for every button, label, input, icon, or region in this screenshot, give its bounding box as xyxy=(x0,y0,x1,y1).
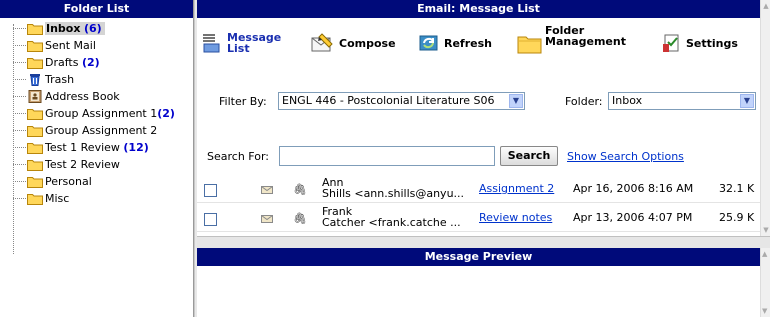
folder-label: Sent Mail xyxy=(45,39,96,52)
chevron-down-icon: ▼ xyxy=(509,94,523,108)
message-row[interactable]: 🖇 Ann Shills <ann.shills@anyu... Assignm… xyxy=(197,175,760,203)
folder-item-inbox[interactable]: Inbox (6) xyxy=(0,20,193,37)
filter-by-label: Filter By: xyxy=(219,95,267,108)
message-list-button[interactable]: Message List xyxy=(201,30,281,56)
attachment-icon: 🖇 xyxy=(293,212,307,225)
folder-icon xyxy=(27,41,43,52)
message-list-icon xyxy=(203,34,220,53)
chevron-down-icon: ▼ xyxy=(740,94,754,108)
folder-label: Group Assignment 1 xyxy=(45,107,158,120)
scroll-down-icon[interactable]: ▼ xyxy=(762,307,767,315)
folder-management-icon xyxy=(517,36,542,54)
folder-management-button[interactable]: Folder Management xyxy=(517,25,626,58)
address-book-icon xyxy=(28,90,42,103)
message-preview-panel: Message Preview ▲ ▼ xyxy=(197,248,770,317)
compose-label: Compose xyxy=(339,36,396,50)
message-list-panel: Email: Message List Message List Compose … xyxy=(197,0,770,236)
folder-label: Test 2 Review xyxy=(45,158,120,171)
folder-label: Address Book xyxy=(45,90,120,103)
compose-icon xyxy=(311,33,333,52)
search-button[interactable]: Search xyxy=(500,146,558,166)
filter-row: Filter By: ENGL 446 - Postcolonial Liter… xyxy=(197,92,760,114)
folder-list-header: Folder List xyxy=(0,0,193,18)
message-checkbox[interactable] xyxy=(204,213,217,226)
message-preview-header: Message Preview xyxy=(197,248,760,266)
message-from-address: Shills <ann.shills@anyu... xyxy=(322,187,465,200)
filter-select[interactable]: ENGL 446 - Postcolonial Literature S06 ▼ xyxy=(278,92,525,110)
folder-label: Drafts xyxy=(45,56,79,69)
toolbar: Message List Compose Refresh Folder Manage… xyxy=(197,18,770,68)
folder-item-group-assignment-2[interactable]: Group Assignment 2 xyxy=(0,122,193,139)
folder-icon xyxy=(27,109,43,120)
folder-select[interactable]: Inbox ▼ xyxy=(608,92,756,110)
message-from-address: Catcher <frank.catche ... xyxy=(322,216,461,229)
message-date: Apr 13, 2006 4:07 PM xyxy=(573,211,693,224)
message-size: 32.1 K xyxy=(719,182,755,195)
folder-label: Test 1 Review xyxy=(45,141,120,154)
folder-item-group-assignment-1[interactable]: Group Assignment 1(2) xyxy=(0,105,193,122)
message-subject-link[interactable]: Assignment 2 xyxy=(479,182,554,195)
folder-item-test-2-review[interactable]: Test 2 Review xyxy=(0,156,193,173)
folder-label: Inbox xyxy=(46,22,81,35)
compose-button[interactable]: Compose xyxy=(310,30,396,56)
envelope-icon xyxy=(261,186,273,194)
folder-count: (2) xyxy=(157,107,175,120)
refresh-button[interactable]: Refresh xyxy=(417,30,492,56)
folder-icon xyxy=(27,160,43,171)
folder-select-label: Folder: xyxy=(565,95,603,108)
folder-label: Group Assignment 2 xyxy=(45,124,158,137)
message-date: Apr 16, 2006 8:16 AM xyxy=(573,182,694,195)
right-pane: Email: Message List Message List Compose … xyxy=(197,0,770,317)
folder-icon xyxy=(27,58,43,69)
scroll-up-icon[interactable]: ▲ xyxy=(762,250,767,258)
message-checkbox[interactable] xyxy=(204,184,217,197)
folder-management-label-2: Management xyxy=(545,35,626,48)
folder-item-address-book[interactable]: Address Book xyxy=(0,88,193,105)
folder-item-drafts[interactable]: Drafts (2) xyxy=(0,54,193,71)
folder-label: Misc xyxy=(45,192,70,205)
folder-label: Personal xyxy=(45,175,92,188)
message-size: 25.9 K xyxy=(719,211,755,224)
folder-label: Trash xyxy=(45,73,75,86)
message-list-scrollbar[interactable]: ▲ ▼ xyxy=(760,0,770,236)
folder-item-test-1-review[interactable]: Test 1 Review (12) xyxy=(0,139,193,156)
message-list-header: Email: Message List xyxy=(197,0,760,18)
folder-icon xyxy=(27,126,43,137)
folder-count: (2) xyxy=(81,56,100,69)
settings-label: Settings xyxy=(686,36,738,50)
message-list-label-2: List xyxy=(227,42,250,55)
search-input[interactable] xyxy=(279,146,495,166)
folder-item-sent-mail[interactable]: Sent Mail xyxy=(0,37,193,54)
folder-icon xyxy=(27,143,43,154)
preview-scrollbar[interactable]: ▲ ▼ xyxy=(760,248,770,317)
message-row[interactable]: 🖇 Frank Catcher <frank.catche ... Review… xyxy=(197,204,760,232)
refresh-icon xyxy=(419,35,438,51)
folder-item-trash[interactable]: Trash xyxy=(0,71,193,88)
refresh-label: Refresh xyxy=(444,36,492,50)
message-subject-link[interactable]: Review notes xyxy=(479,211,552,224)
folder-list-pane: Folder List Inbox (6) Sent Mail Drafts (… xyxy=(0,0,194,317)
pane-divider[interactable] xyxy=(197,236,770,248)
envelope-icon xyxy=(261,215,273,223)
folder-tree: Inbox (6) Sent Mail Drafts (2) Trash Add… xyxy=(0,18,193,254)
folder-item-personal[interactable]: Personal xyxy=(0,173,193,190)
settings-button[interactable]: Settings xyxy=(660,30,738,56)
settings-icon xyxy=(663,34,679,52)
scroll-down-icon[interactable]: ▼ xyxy=(762,226,770,234)
folder-item-misc[interactable]: Misc xyxy=(0,190,193,207)
folder-icon xyxy=(27,24,43,35)
filter-select-value: ENGL 446 - Postcolonial Literature S06 xyxy=(282,94,495,107)
folder-icon xyxy=(27,177,43,188)
folder-count: (12) xyxy=(123,141,149,154)
folder-count: (6) xyxy=(83,22,102,35)
search-row: Search For: Search Show Search Options xyxy=(197,146,760,170)
folder-select-value: Inbox xyxy=(612,94,643,107)
show-search-options-link[interactable]: Show Search Options xyxy=(567,150,684,163)
attachment-icon: 🖇 xyxy=(293,183,307,196)
scroll-up-icon[interactable]: ▲ xyxy=(762,2,770,10)
trash-icon xyxy=(30,74,40,86)
search-for-label: Search For: xyxy=(207,150,269,163)
folder-icon xyxy=(27,194,43,205)
